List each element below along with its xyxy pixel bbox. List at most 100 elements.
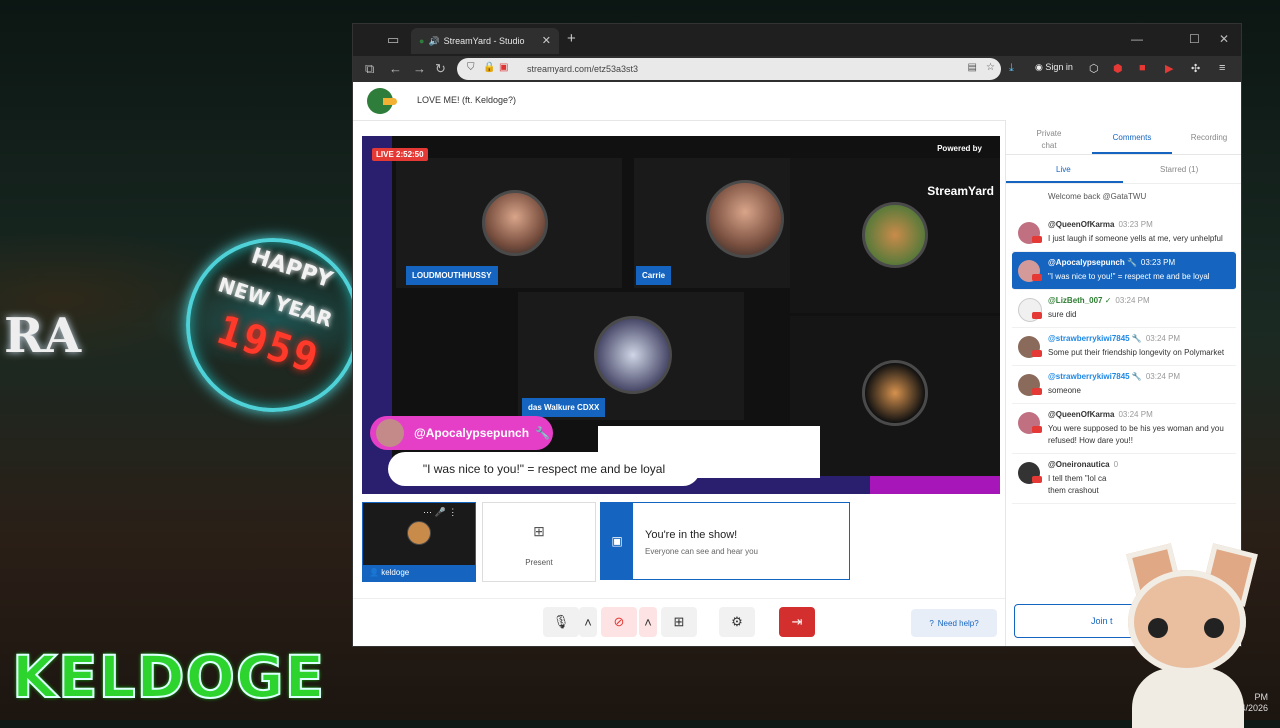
lower-third-name-text: @Apocalypsepunch: [414, 426, 530, 440]
mic-options-button[interactable]: ˄: [579, 607, 597, 637]
message-time: 03:24 PM: [1145, 372, 1181, 381]
url-bar[interactable]: ⛉ 🔒 ▣ streamyard.com/etz53a3st3 ▤ ☆: [457, 58, 1001, 80]
self-camera-thumbnail[interactable]: ⋯ 🎤 ⋮ 👤 keldoge: [362, 502, 476, 582]
chat-message[interactable]: @QueenOfKarma 03:24 PM You were supposed …: [1012, 404, 1236, 454]
leave-studio-button[interactable]: ⇥: [779, 607, 815, 637]
speaker-icon: 🔊: [428, 35, 440, 46]
chat-message[interactable]: @strawberrykiwi7845 🔧 03:24 PM someone: [1012, 366, 1236, 404]
commenter-name: @strawberrykiwi7845: [1048, 334, 1130, 343]
in-show-subtitle: Everyone can see and hear you: [645, 547, 758, 556]
participant-name: Carrie: [636, 266, 672, 285]
tab-recording[interactable]: Recording: [1182, 132, 1236, 144]
youtube-extension-icon[interactable]: ▶: [1165, 62, 1173, 75]
download-icon[interactable]: ⤓: [1009, 62, 1014, 75]
youtube-icon: [1032, 388, 1042, 395]
chevron-up-icon: ˄: [644, 614, 652, 630]
message-body: Some put their friendship longevity on P…: [1048, 348, 1225, 357]
address-row: ⧉ ← → ↻ ⛉ 🔒 ▣ streamyard.com/etz53a3st3 …: [353, 56, 1241, 82]
chat-message[interactable]: @QueenOfKarma 03:23 PM I just laugh if so…: [1012, 214, 1236, 252]
message-time: 03:24 PM: [1115, 296, 1150, 305]
vtuber-mascot: [1118, 543, 1258, 728]
camera-options-button[interactable]: ˄: [639, 607, 657, 637]
commenter-name: @Oneironautica: [1048, 460, 1110, 469]
browser-tab[interactable]: ● 🔊 StreamYard - Studio ✕: [411, 28, 559, 54]
camera-off-icon: ⊘: [613, 614, 625, 629]
subtab-live[interactable]: Live: [1056, 165, 1071, 174]
forward-icon[interactable]: →: [413, 61, 426, 76]
chat-message[interactable]: @Oneironautica 0 I tell them "lol ca them…: [1012, 454, 1236, 504]
corgi-avatar: [862, 202, 928, 268]
in-show-notice: ▣ You're in the show! Everyone can see a…: [600, 502, 850, 580]
extension-badge-icon[interactable]: ■: [1139, 62, 1146, 74]
chat-message[interactable]: @LizBeth_007 ✓ 03:24 PM sure did: [1012, 290, 1236, 328]
corgi-avatar: [862, 360, 928, 426]
message-body: You were supposed to be his yes woman an…: [1048, 424, 1224, 445]
need-help-button[interactable]: ? Need help?: [911, 609, 997, 637]
share-screen-button[interactable]: ⊞: [661, 607, 697, 637]
minimize-icon[interactable]: —: [1131, 32, 1143, 46]
dog-tile: [790, 158, 1000, 313]
present-label: Present: [525, 558, 553, 567]
commenter-name: @Apocalypsepunch: [1048, 258, 1125, 267]
message-time: 03:24 PM: [1118, 410, 1153, 419]
lower-third-message: "I was nice to you!" = respect me and be…: [388, 452, 700, 486]
tab-private-chat[interactable]: Private chat: [1032, 128, 1066, 152]
youtube-icon: [1032, 274, 1042, 281]
back-icon[interactable]: ←: [389, 61, 402, 76]
tab-underline: [1092, 152, 1172, 154]
person-badge-icon: ▣: [601, 503, 633, 579]
welcome-text: Welcome back @GataTWU: [1048, 192, 1147, 201]
camera-off-button[interactable]: ⊘: [601, 607, 637, 637]
commenter-name: @LizBeth_007: [1048, 296, 1103, 305]
extension-icon[interactable]: ⬡: [1089, 62, 1099, 75]
adblock-icon[interactable]: ⬢: [1113, 62, 1123, 75]
verified-icon: ✓: [1104, 296, 1112, 305]
menu-icon[interactable]: ≡: [1219, 62, 1225, 74]
youtube-icon: [1032, 350, 1042, 357]
chevron-up-icon: ˄: [584, 614, 592, 630]
share-screen-icon: ⊞: [673, 614, 685, 629]
camera-permission-icon[interactable]: ▣: [499, 62, 508, 73]
participant-name: LOUDMOUTHHUSSY: [406, 266, 498, 285]
streamyard-favicon-icon: ●: [419, 36, 425, 46]
bookmark-star-icon[interactable]: ☆: [986, 62, 995, 73]
comment-subtabs: Live Starred (1): [1006, 155, 1241, 184]
message-body: I tell them "lol ca: [1048, 474, 1107, 483]
tab-comments[interactable]: Comments: [1092, 132, 1172, 144]
in-show-title: You're in the show!: [645, 529, 738, 541]
new-tab-icon[interactable]: +: [567, 30, 576, 47]
participant-tile: das Walkure CDXX: [518, 292, 744, 420]
sign-in-button[interactable]: ◉ Sign in: [1035, 62, 1073, 73]
more-options-icon[interactable]: ⋯ 🎤 ⋮: [423, 507, 457, 518]
self-avatar: [407, 521, 431, 545]
microphone-icon: 🎙: [552, 614, 570, 629]
message-body-continued: them crashout: [1048, 486, 1099, 495]
message-body: I just laugh if someone yells at me, ver…: [1048, 234, 1223, 243]
sidebar-icon[interactable]: ⧉: [365, 61, 374, 77]
subtab-starred[interactable]: Starred (1): [1160, 165, 1198, 174]
participant-tile: LOUDMOUTHHUSSY: [396, 158, 622, 288]
overlay-name: KELDOGE: [11, 643, 326, 711]
maximize-icon[interactable]: ☐: [1189, 32, 1200, 46]
chat-message[interactable]: @strawberrykiwi7845 🔧 03:24 PM Some put t…: [1012, 328, 1236, 366]
tab-list-icon[interactable]: ▭: [387, 32, 399, 48]
lock-icon: 🔒: [483, 62, 496, 73]
message-time: 03:23 PM: [1118, 220, 1153, 229]
microphone-button[interactable]: 🎙: [543, 607, 579, 637]
chat-message-highlighted[interactable]: @Apocalypsepunch 🔧 03:23 PM "I was nice t…: [1012, 252, 1236, 290]
settings-button[interactable]: ⚙: [719, 607, 755, 637]
reader-icon[interactable]: ▤: [968, 62, 977, 73]
present-icon: ⊞: [533, 523, 545, 539]
subtab-underline: [1006, 181, 1123, 183]
close-tab-icon[interactable]: ✕: [542, 34, 551, 47]
participant-avatar: [706, 180, 784, 258]
reload-icon[interactable]: ↻: [435, 61, 446, 77]
present-button[interactable]: ⊞ Present: [482, 502, 596, 582]
puzzle-icon[interactable]: ✣: [1191, 62, 1200, 75]
live-badge: LIVE 2:52:50: [372, 148, 428, 161]
tab-title: StreamYard - Studio: [443, 36, 525, 46]
close-window-icon[interactable]: ✕: [1219, 32, 1229, 46]
streamyard-overlay-logo: StreamYard: [927, 184, 994, 198]
wrench-icon: 🔧: [1131, 372, 1142, 381]
need-help-label: Need help?: [937, 618, 979, 628]
